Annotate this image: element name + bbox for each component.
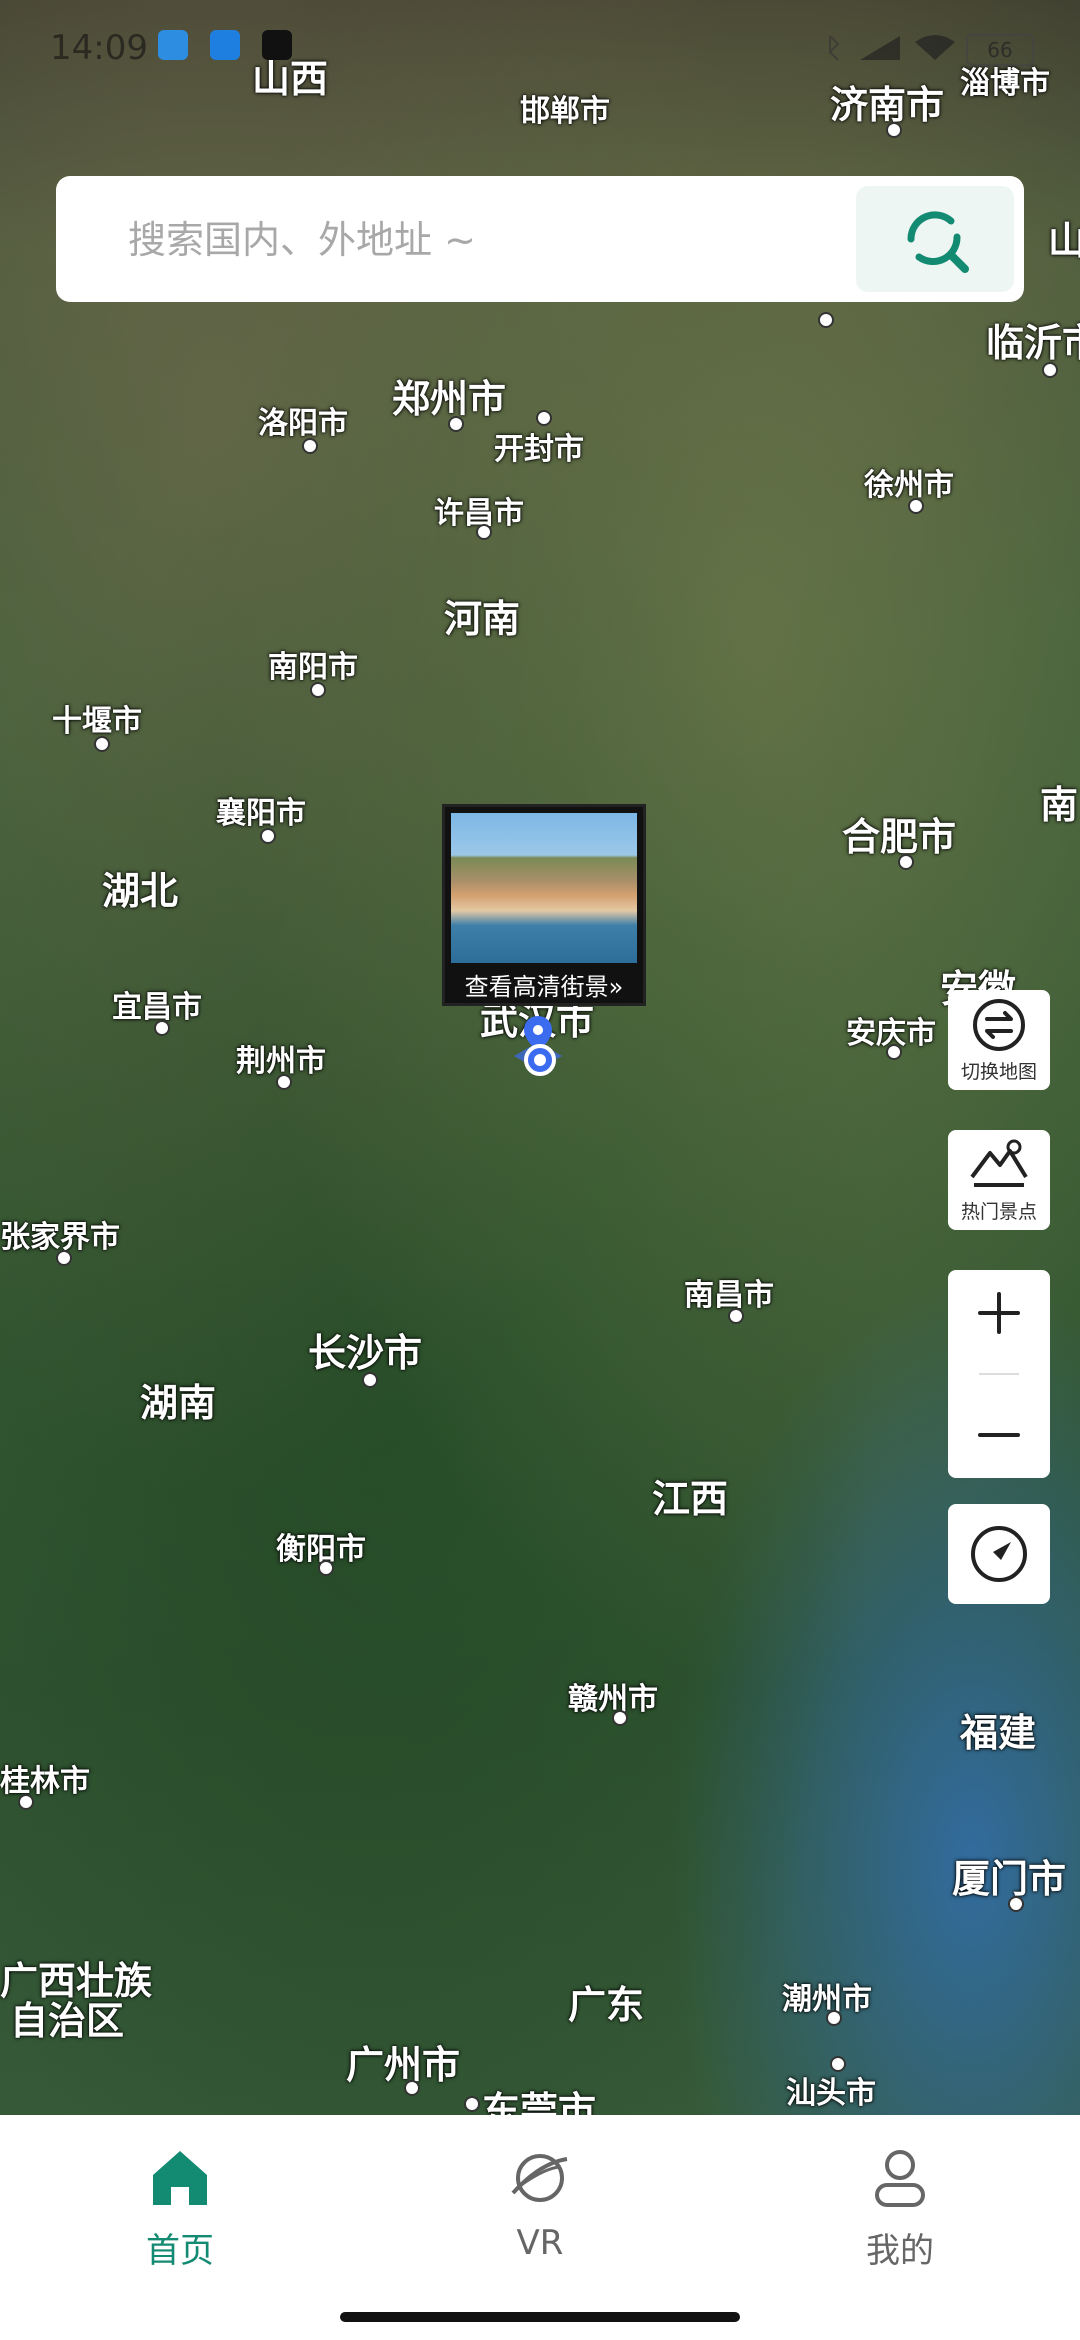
city-dot xyxy=(908,498,924,514)
user-icon xyxy=(875,2150,925,2207)
map-label: 南 xyxy=(1040,783,1079,827)
app-notification-icon xyxy=(158,30,188,60)
switch-map-button[interactable]: 切换地图 xyxy=(948,990,1050,1090)
map-label: 福建 xyxy=(960,1711,1037,1755)
map-label: 合肥市 xyxy=(842,815,957,859)
map-label: 南昌市 xyxy=(684,1278,774,1313)
city-dot xyxy=(362,1372,378,1388)
tab-home[interactable]: 首页 xyxy=(80,2145,280,2272)
home-indicator xyxy=(340,2312,740,2322)
hot-spots-button[interactable]: 热门景点 xyxy=(948,1130,1050,1230)
city-dot xyxy=(1042,362,1058,378)
bottom-tab-bar: 首页 VR 我的 xyxy=(0,2115,1080,2340)
location-pin-icon[interactable] xyxy=(508,1012,572,1078)
city-dot xyxy=(536,410,552,426)
tiktok-icon xyxy=(262,30,292,60)
search-bar xyxy=(56,176,1024,302)
status-time: 14:09 xyxy=(50,28,148,68)
city-dot xyxy=(154,1020,170,1036)
zoom-control xyxy=(948,1270,1050,1478)
city-dot xyxy=(318,1560,334,1576)
battery-icon: 66 xyxy=(966,34,1034,66)
switch-icon xyxy=(973,998,1025,1051)
city-dot xyxy=(830,2056,846,2072)
city-dot xyxy=(18,1794,34,1810)
city-dot xyxy=(56,1250,72,1266)
tab-profile[interactable]: 我的 xyxy=(800,2145,1000,2272)
map-label: 徐州市 xyxy=(864,468,954,503)
city-dot xyxy=(1008,1896,1024,1912)
city-dot xyxy=(276,1074,292,1090)
locate-button[interactable] xyxy=(948,1504,1050,1604)
city-dot xyxy=(728,1308,744,1324)
zoom-out-icon[interactable] xyxy=(974,1410,1024,1460)
home-icon xyxy=(153,2151,207,2205)
city-dot xyxy=(612,1710,628,1726)
map-label: 张家界市 xyxy=(0,1220,120,1255)
map-label: 长沙市 xyxy=(308,1331,423,1375)
city-dot xyxy=(404,2080,420,2096)
map-label: 山 xyxy=(1048,219,1080,263)
switch-map-label: 切换地图 xyxy=(960,1060,1037,1083)
hot-spots-label: 热门景点 xyxy=(960,1200,1037,1223)
compass-locate-icon xyxy=(971,1526,1027,1582)
street-view-thumbnail[interactable] xyxy=(451,813,637,963)
status-bar: 14:09 66 xyxy=(0,0,1080,100)
map-label: 江西 xyxy=(652,1477,729,1521)
city-dot xyxy=(94,736,110,752)
map-label: 临沂市 xyxy=(986,321,1080,365)
city-dot xyxy=(886,122,902,138)
city-dot xyxy=(448,416,464,432)
search-button[interactable] xyxy=(856,186,1014,292)
map-label: 宜昌市 xyxy=(112,990,202,1025)
map-label: 桂林市 xyxy=(0,1764,90,1799)
city-dot xyxy=(302,438,318,454)
map-label: 自治区 xyxy=(10,1999,125,2043)
city-dot xyxy=(818,312,834,328)
map-label: 潮州市 xyxy=(782,1982,872,2017)
map-label: 郑州市 xyxy=(392,377,507,421)
city-dot xyxy=(898,854,914,870)
app-notification-icon xyxy=(210,30,240,60)
map-label: 开封市 xyxy=(494,432,584,467)
mountain-icon xyxy=(970,1139,1028,1187)
map-label: 厦门市 xyxy=(952,1857,1067,1901)
zoom-in-icon[interactable] xyxy=(974,1288,1024,1338)
tab-profile-label: 我的 xyxy=(866,2231,934,2271)
map-label: 东莞市 xyxy=(482,2089,597,2115)
tab-vr[interactable]: VR xyxy=(440,2145,640,2263)
zoom-divider xyxy=(979,1372,1019,1375)
search-icon xyxy=(907,211,969,273)
city-dot xyxy=(310,682,326,698)
map-label: 洛阳市 xyxy=(258,406,348,441)
map-label: 赣州市 xyxy=(568,1682,658,1717)
map-label: 湖北 xyxy=(102,869,179,913)
map-label: 十堰市 xyxy=(52,704,142,739)
city-dot xyxy=(826,2010,842,2026)
search-input[interactable] xyxy=(126,206,890,274)
map-label: 南阳市 xyxy=(268,650,358,685)
map-label: 襄阳市 xyxy=(216,796,306,831)
map-label: 河南 xyxy=(444,597,521,641)
satellite-map[interactable]: 山西 邯郸市 济南市 淄博市 山 临沂市 郑州市 洛阳市 开封市 许昌市 徐州市… xyxy=(0,0,1080,2115)
tab-vr-label: VR xyxy=(516,2223,564,2263)
street-view-label[interactable]: 查看高清街景» xyxy=(445,967,643,1002)
street-view-popup[interactable]: 查看高清街景» xyxy=(442,804,646,1006)
city-dot xyxy=(260,828,276,844)
city-dot xyxy=(464,2096,480,2112)
city-dot xyxy=(886,1044,902,1060)
map-label: 湖南 xyxy=(140,1381,217,1425)
map-label: 广东 xyxy=(568,1983,645,2027)
tab-home-label: 首页 xyxy=(146,2231,214,2271)
city-dot xyxy=(476,524,492,540)
planet-icon xyxy=(511,2154,568,2202)
map-label: 汕头市 xyxy=(786,2076,876,2111)
map-label: 广州市 xyxy=(346,2043,461,2087)
